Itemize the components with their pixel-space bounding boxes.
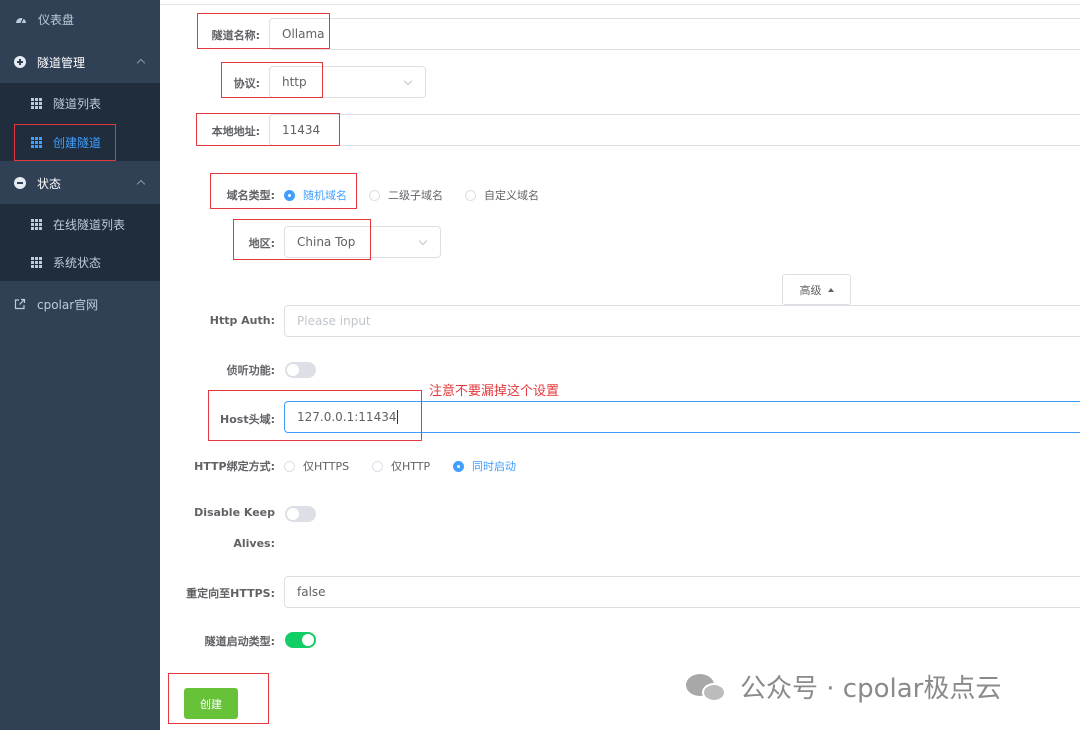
http-bind-radio-https[interactable]: 仅HTTPS bbox=[284, 458, 349, 474]
http-bind-label: HTTP绑定方式: bbox=[194, 460, 275, 473]
sidebar-item-label: 隧道管理 bbox=[37, 55, 86, 70]
highlight-box bbox=[196, 113, 340, 146]
grid-icon bbox=[29, 217, 43, 231]
highlight-box bbox=[221, 62, 323, 98]
sidebar-item-tunnel-management[interactable]: 隧道管理 bbox=[0, 48, 160, 76]
sidebar-item-label: 系统状态 bbox=[53, 255, 102, 270]
annotation-note: 注意不要漏掉这个设置 bbox=[429, 384, 560, 399]
local-address-input[interactable]: 11434 bbox=[269, 114, 1080, 146]
sidebar: 仪表盘 隧道管理 隧道列表 创建隧道 状态 在线隧道列表 系统状态 cpolar… bbox=[0, 0, 160, 730]
highlight-box bbox=[208, 390, 422, 441]
sidebar-item-system-status[interactable]: 系统状态 bbox=[0, 251, 160, 273]
highlight-box bbox=[197, 13, 330, 49]
sidebar-item-online-tunnels[interactable]: 在线隧道列表 bbox=[0, 213, 160, 235]
listen-switch[interactable] bbox=[285, 362, 316, 378]
chevron-up-icon bbox=[136, 179, 146, 189]
redirect-https-input[interactable]: false bbox=[284, 576, 1080, 608]
advanced-toggle-button[interactable]: 高级 bbox=[782, 274, 851, 305]
watermark: 公众号 · cpolar极点云 bbox=[686, 668, 1001, 705]
sidebar-item-label: cpolar官网 bbox=[37, 297, 99, 312]
http-bind-radio-both[interactable]: 同时启动 bbox=[453, 458, 516, 474]
disable-keepalives-label: Disable Keep bbox=[194, 506, 275, 519]
sidebar-item-label: 隧道列表 bbox=[53, 96, 102, 111]
highlight-box bbox=[14, 124, 116, 161]
highlight-box bbox=[233, 219, 371, 260]
divider bbox=[160, 4, 1080, 5]
sidebar-item-label: 在线隧道列表 bbox=[53, 217, 126, 232]
sidebar-item-label: 仪表盘 bbox=[38, 12, 75, 27]
chevron-down-icon bbox=[403, 76, 413, 86]
watermark-text: 公众号 · cpolar极点云 bbox=[740, 674, 1002, 704]
listen-label: 侦听功能: bbox=[226, 364, 275, 377]
sidebar-item-tunnel-list[interactable]: 隧道列表 bbox=[0, 92, 160, 114]
wechat-icon bbox=[686, 670, 728, 704]
plus-circle-icon bbox=[13, 55, 27, 69]
redirect-https-value: false bbox=[297, 585, 326, 599]
http-auth-input[interactable]: Please input bbox=[284, 305, 1080, 337]
disable-keepalives-switch[interactable] bbox=[285, 506, 316, 522]
highlight-box bbox=[168, 673, 269, 724]
sidebar-item-cpolar-site[interactable]: cpolar官网 bbox=[0, 291, 160, 317]
tunnel-start-type-label: 隧道启动类型: bbox=[204, 635, 275, 648]
highlight-box bbox=[210, 173, 357, 209]
advanced-label: 高级 bbox=[799, 283, 822, 297]
domain-type-radio-subdomain[interactable]: 二级子域名 bbox=[369, 187, 443, 203]
tunnel-name-input[interactable]: Ollama bbox=[269, 18, 1080, 50]
grid-icon bbox=[29, 96, 43, 110]
chevron-up-icon bbox=[136, 58, 146, 68]
http-auth-label: Http Auth: bbox=[209, 314, 275, 327]
chevron-down-icon bbox=[418, 236, 428, 246]
redirect-https-label: 重定向至HTTPS: bbox=[186, 587, 275, 600]
dashboard-icon bbox=[14, 12, 28, 26]
http-auth-placeholder: Please input bbox=[297, 314, 371, 328]
http-bind-radio-http[interactable]: 仅HTTP bbox=[372, 458, 430, 474]
domain-type-radio-custom[interactable]: 自定义域名 bbox=[465, 187, 539, 203]
minus-circle-icon bbox=[13, 176, 27, 190]
sidebar-item-status[interactable]: 状态 bbox=[0, 169, 160, 197]
caret-up-icon bbox=[827, 287, 834, 292]
tunnel-start-type-switch[interactable] bbox=[285, 632, 316, 648]
sidebar-item-dashboard[interactable]: 仪表盘 bbox=[0, 6, 160, 32]
external-link-icon bbox=[13, 297, 27, 311]
sidebar-item-label: 状态 bbox=[37, 176, 62, 191]
status-submenu: 在线隧道列表 系统状态 bbox=[0, 204, 160, 281]
create-tunnel-form: 隧道名称: Ollama 协议: http 本地地址: 11434 域名类型: … bbox=[160, 0, 1080, 730]
grid-icon bbox=[29, 255, 43, 269]
disable-keepalives-label-2: Alives: bbox=[233, 537, 275, 550]
